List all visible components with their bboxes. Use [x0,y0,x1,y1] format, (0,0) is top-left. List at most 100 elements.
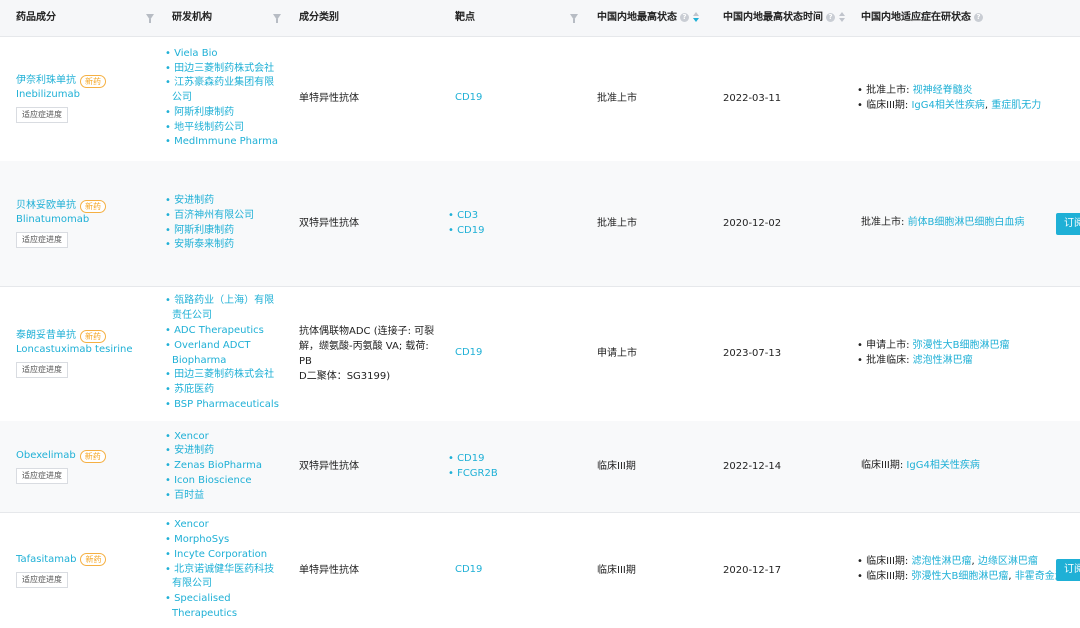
org-item[interactable]: • Incyte Corporation [165,548,290,563]
org-item[interactable]: • BSP Pharmaceuticals [165,398,290,413]
table-row: Tafasitamab 新药 适应症进度 • Xencor • MorphoSys • I… [0,512,1080,628]
org-cell: • Viela Bio • 田边三菱制药株式会社 • 江苏豪森药业集团有限 公司 • 阿… [165,36,290,161]
org-item[interactable]: • 安斯泰来制药 [165,238,290,253]
drug-name-cn[interactable]: Obexelimab [16,449,76,463]
org-item[interactable]: • Zenas BioPharma [165,459,290,474]
filter-icon[interactable] [146,14,154,23]
drug-name-cn[interactable]: Tafasitamab [16,553,76,567]
indication-link[interactable]: IgG4相关性疾病 [906,460,979,471]
indication-link[interactable]: 视神经脊髓炎 [913,85,973,96]
time-cell: 2022-03-11 [723,36,843,161]
org-item[interactable]: • 百济神州有限公司 [165,209,290,224]
status-cell: 临床III期 [597,421,707,512]
org-item[interactable]: • 江苏豪森药业集团有限 [165,76,290,91]
org-item[interactable]: • 北京诺诚健华医药科技 [165,563,290,578]
table-row: Obexelimab 新药 适应症进度 • Xencor • 安进制药 • Zenas B… [0,421,1080,513]
target-cell: CD19 [448,286,568,421]
org-item[interactable]: • Icon Bioscience [165,474,290,489]
org-item[interactable]: • 田边三菱制药株式会社 [165,368,290,383]
target-item[interactable]: • CD3 [448,209,568,224]
org-item[interactable]: • Viela Bio [165,47,290,62]
indication-cell: 临床III期: IgG4相关性疾病 [857,421,1080,512]
target-item[interactable]: • CD19 [448,452,568,467]
org-item[interactable]: • 田边三菱制药株式会社 [165,62,290,77]
help-icon[interactable]: ? [680,12,689,22]
org-item[interactable]: Therapeutics [165,607,290,622]
header-target: 靶点 [455,12,475,23]
help-icon[interactable]: ? [826,12,835,22]
drug-name-cn[interactable]: 伊奈利珠单抗 [16,74,76,88]
header-org: 研发机构 [172,12,212,23]
drug-name-cn[interactable]: 贝林妥欧单抗 [16,199,76,213]
drug-name-en[interactable]: Loncastuximab tesirine [16,343,156,357]
target-item[interactable]: • FCGR2B [448,467,568,482]
category-cell: 双特异性抗体 [299,161,444,286]
org-item[interactable]: • Overland ADCT [165,339,290,354]
org-item[interactable]: • MedImmune Pharma [165,135,290,150]
indication-progress-button[interactable]: 适应症进度 [16,362,68,378]
org-item[interactable]: • 地平线制药公司 [165,121,290,136]
org-item[interactable]: • 阿斯利康制药 [165,106,290,121]
indication-progress-button[interactable]: 适应症进度 [16,232,68,248]
new-drug-badge: 新药 [80,329,106,343]
drug-cell: 伊奈利珠单抗 新药 Inebilizumab 适应症进度 [16,36,156,161]
sort-icon[interactable] [839,12,845,22]
indication-item: • 临床III期: IgG4相关性疾病, 重症肌无力 [857,99,1042,111]
indication-link[interactable]: 边缘区淋巴瘤 [978,556,1038,567]
org-item[interactable]: • 苏庇医药 [165,383,290,398]
status-text: 申请上市 [597,348,637,359]
indication-progress-button[interactable]: 适应症进度 [16,468,68,484]
org-item[interactable]: 责任公司 [165,309,290,324]
drug-name-cn[interactable]: 泰朗妥昔单抗 [16,329,76,343]
status-text: 批准上市 [597,93,637,104]
status-cell: 申请上市 [597,286,707,421]
org-item[interactable]: Biopharma [165,354,290,369]
indication-cell: • 临床III期: 滤泡性淋巴瘤, 边缘区淋巴瘤 • 临床III期: 弥漫性大B细… [857,512,1080,628]
org-item[interactable]: • 百时益 [165,489,290,504]
org-item[interactable]: • Xencor [165,430,290,445]
target-item[interactable]: • CD19 [448,224,568,239]
org-item[interactable]: 有限公司 [165,577,290,592]
indication-cell: • 批准上市: 视神经脊髓炎 • 临床III期: IgG4相关性疾病, 重症肌无力 [857,36,1080,161]
org-item[interactable]: • 安进制药 [165,444,290,459]
indication-progress-button[interactable]: 适应症进度 [16,107,68,123]
indication-progress-button[interactable]: 适应症进度 [16,571,68,588]
target-item[interactable]: CD19 [448,563,568,578]
indication-link[interactable]: 滤泡性淋巴瘤 [911,556,971,567]
status-cell: 批准上市 [597,36,707,161]
filter-icon[interactable] [273,14,281,23]
sort-icon[interactable] [693,12,699,22]
indication-link[interactable]: 弥漫性大B细胞淋巴瘤 [911,571,1008,582]
help-icon[interactable]: ? [974,12,983,22]
header-indication: 中国内地适应症在研状态? [861,0,983,36]
org-item[interactable]: 公司 [165,91,290,106]
indication-link[interactable]: 前体B细胞淋巴细胞白血病 [908,217,1025,228]
drug-name-line: Tafasitamab 新药 [16,553,156,567]
org-item[interactable]: • Specialised [165,592,290,607]
header-status[interactable]: 中国内地最高状态? [597,0,699,36]
drug-name-en[interactable]: Inebilizumab [16,88,156,102]
category-cell: 双特异性抗体 [299,421,444,512]
header-time[interactable]: 中国内地最高状态时间? [723,0,845,36]
indication-link[interactable]: IgG4相关性疾病 [911,100,984,111]
org-item[interactable]: • ADC Therapeutics [165,324,290,339]
filter-icon[interactable] [570,14,578,23]
org-item[interactable]: • 阿斯利康制药 [165,224,290,239]
target-item[interactable]: CD19 [448,91,568,106]
indication-link[interactable]: 重症肌无力 [991,100,1041,111]
target-item[interactable]: CD19 [448,346,568,361]
org-item[interactable]: • 瓴路药业（上海）有限 [165,294,290,309]
indication-link[interactable]: 弥漫性大B细胞淋巴瘤 [913,340,1010,351]
org-item[interactable]: • Xencor [165,518,290,533]
new-drug-badge: 新药 [80,199,106,213]
table-row: 伊奈利珠单抗 新药 Inebilizumab 适应症进度 • Viela Bio • 田边… [0,36,1080,162]
indication-link[interactable]: 滤泡性淋巴瘤 [913,355,973,366]
indication-item: • 申请上市: 弥漫性大B细胞淋巴瘤 [857,339,1010,351]
subscribe-button[interactable]: 订阅 [1056,212,1080,235]
drug-name-en[interactable]: Blinatumomab [16,213,156,227]
status-cell: 批准上市 [597,161,707,286]
org-item[interactable]: • 安进制药 [165,194,290,209]
new-drug-badge: 新药 [80,553,107,566]
subscribe-button[interactable]: 订阅 [1056,559,1080,581]
org-item[interactable]: • MorphoSys [165,533,290,548]
